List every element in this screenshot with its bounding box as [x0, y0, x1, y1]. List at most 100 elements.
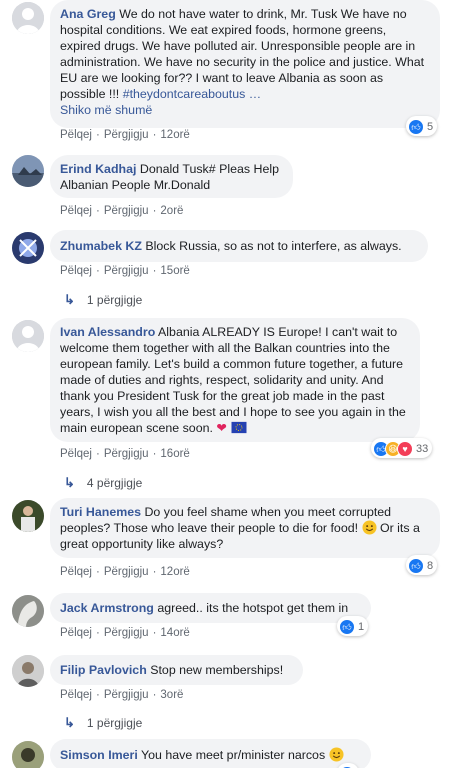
reaction-summary[interactable]: 👍︎ 1	[337, 616, 369, 636]
separator: ·	[152, 265, 157, 277]
separator: ·	[152, 205, 157, 217]
timestamp[interactable]: 12orë	[160, 129, 189, 141]
separator: ·	[95, 566, 100, 578]
like-button[interactable]: Pëlqej	[60, 627, 92, 639]
comment-author[interactable]: Filip Pavlovich	[60, 663, 147, 677]
comment-text: Albania ALREADY IS Europe! I can't wait …	[60, 325, 406, 435]
reaction-summary[interactable]: 👍︎ 😆︎ ♥ 33	[371, 438, 433, 458]
timestamp[interactable]: 16orë	[160, 448, 189, 460]
comment-author[interactable]: Zhumabek KZ	[60, 239, 142, 253]
comment-turi-hanemes: Turi Hanemes Do you feel shame when you …	[0, 498, 467, 588]
separator: ·	[95, 205, 100, 217]
reply-button[interactable]: Përgjigju	[104, 689, 149, 701]
see-more-link[interactable]: Shiko më shumë	[60, 102, 428, 118]
reply-arrow-icon: ↳	[64, 292, 75, 307]
timestamp[interactable]: 15orë	[160, 265, 189, 277]
like-icon: 👍︎	[339, 619, 355, 635]
comment-author[interactable]: Jack Armstrong	[60, 601, 154, 615]
timestamp[interactable]: 2orë	[160, 205, 183, 217]
avatar[interactable]	[12, 232, 44, 264]
comment-bubble: Ivan Alessandro Albania ALREADY IS Europ…	[50, 318, 420, 442]
comment-bubble: Zhumabek KZ Block Russia, so as not to i…	[50, 230, 428, 262]
comment-bubble: Filip Pavlovich Stop new memberships!	[50, 655, 303, 685]
comment-filip-pavlovich: Filip Pavlovich Stop new memberships! Pë…	[0, 655, 467, 733]
comment-simson-imeri: Simson Imeri You have meet pr/minister n…	[0, 739, 467, 768]
comment-actions: Pëlqej · Përgjigju · 14orë	[60, 627, 190, 639]
reply-button[interactable]: Përgjigju	[104, 627, 149, 639]
reaction-count: 1	[358, 621, 365, 633]
smile-icon	[329, 747, 344, 762]
heart-icon: ❤	[216, 421, 227, 435]
timestamp[interactable]: 3orë	[160, 689, 183, 701]
like-button[interactable]: Pëlqej	[60, 566, 92, 578]
love-icon: ♥	[397, 441, 413, 457]
comment-text: agreed.. its the hotspot get them in	[157, 601, 349, 615]
reaction-summary[interactable]: 👍︎ 8	[406, 555, 438, 575]
avatar[interactable]	[12, 500, 44, 532]
like-button[interactable]: Pëlqej	[60, 205, 92, 217]
replies-count[interactable]: 4 përgjigje	[87, 476, 142, 490]
view-replies-link[interactable]: ↳ 4 përgjigje	[64, 475, 142, 491]
comment-ivan-alessandro: Ivan Alessandro Albania ALREADY IS Europ…	[0, 318, 467, 493]
avatar[interactable]	[12, 2, 44, 34]
reply-button[interactable]: Përgjigju	[104, 265, 149, 277]
eu-flag-icon	[231, 421, 247, 434]
like-button[interactable]: Pëlqej	[60, 689, 92, 701]
separator: ·	[152, 448, 157, 460]
comment-author[interactable]: Turi Hanemes	[60, 505, 141, 519]
comment-text: Block Russia, so as not to interfere, as…	[145, 239, 402, 253]
comment-actions: Pëlqej · Përgjigju · 3orë	[60, 689, 183, 701]
hashtag-link[interactable]: #theydontcareaboutus …	[123, 87, 261, 101]
separator: ·	[95, 627, 100, 639]
timestamp[interactable]: 12orë	[160, 566, 189, 578]
comment-text: You have meet pr/minister narcos	[141, 748, 326, 762]
separator: ·	[95, 448, 100, 460]
reaction-count: 5	[427, 121, 434, 133]
comment-actions: Pëlqej · Përgjigju · 12orë	[60, 129, 190, 141]
avatar[interactable]	[12, 155, 44, 187]
comment-jack-armstrong: Jack Armstrong agreed.. its the hotspot …	[0, 593, 467, 648]
comment-erind-kadhaj: Erind Kadhaj Donald Tusk# Pleas Help Alb…	[0, 155, 467, 220]
replies-count[interactable]: 1 përgjigje	[87, 293, 142, 307]
timestamp[interactable]: 14orë	[160, 627, 189, 639]
comment-text: Stop new memberships!	[150, 663, 284, 677]
avatar[interactable]	[12, 320, 44, 352]
avatar[interactable]	[12, 595, 44, 627]
comment-bubble: Turi Hanemes Do you feel shame when you …	[50, 498, 440, 558]
reply-button[interactable]: Përgjigju	[104, 566, 149, 578]
avatar[interactable]	[12, 655, 44, 687]
comment-zhumabek-kz: Zhumabek KZ Block Russia, so as not to i…	[0, 230, 467, 310]
comment-author[interactable]: Simson Imeri	[60, 748, 138, 762]
like-button[interactable]: Pëlqej	[60, 265, 92, 277]
reply-button[interactable]: Përgjigju	[104, 448, 149, 460]
like-icon: 👍︎	[408, 119, 424, 135]
separator: ·	[95, 265, 100, 277]
reply-button[interactable]: Përgjigju	[104, 205, 149, 217]
comment-bubble: Ana Greg We do not have water to drink, …	[50, 0, 440, 128]
comment-actions: Pëlqej · Përgjigju · 16orë	[60, 448, 190, 460]
comment-bubble: Simson Imeri You have meet pr/minister n…	[50, 739, 371, 768]
separator: ·	[95, 129, 100, 141]
reaction-count: 8	[427, 560, 434, 572]
separator: ·	[152, 627, 157, 639]
comment-bubble: Jack Armstrong agreed.. its the hotspot …	[50, 593, 371, 623]
reaction-summary[interactable]: 👍︎ 5	[406, 116, 438, 136]
view-replies-link[interactable]: ↳ 1 përgjigje	[64, 292, 142, 308]
replies-count[interactable]: 1 përgjigje	[87, 716, 142, 730]
comment-author[interactable]: Erind Kadhaj	[60, 162, 136, 176]
separator: ·	[152, 689, 157, 701]
comment-bubble: Erind Kadhaj Donald Tusk# Pleas Help Alb…	[50, 155, 293, 198]
comment-author[interactable]: Ana Greg	[60, 7, 116, 21]
view-replies-link[interactable]: ↳ 1 përgjigje	[64, 715, 142, 731]
reply-arrow-icon: ↳	[64, 715, 75, 730]
comment-actions: Pëlqej · Përgjigju · 15orë	[60, 265, 190, 277]
like-icon: 👍︎	[408, 558, 424, 574]
like-button[interactable]: Pëlqej	[60, 448, 92, 460]
avatar[interactable]	[12, 741, 44, 768]
reply-button[interactable]: Përgjigju	[104, 129, 149, 141]
separator: ·	[95, 689, 100, 701]
like-button[interactable]: Pëlqej	[60, 129, 92, 141]
comment-author[interactable]: Ivan Alessandro	[60, 325, 155, 339]
comment-actions: Pëlqej · Përgjigju · 2orë	[60, 205, 183, 217]
comment-ana-greg: Ana Greg We do not have water to drink, …	[0, 0, 467, 150]
